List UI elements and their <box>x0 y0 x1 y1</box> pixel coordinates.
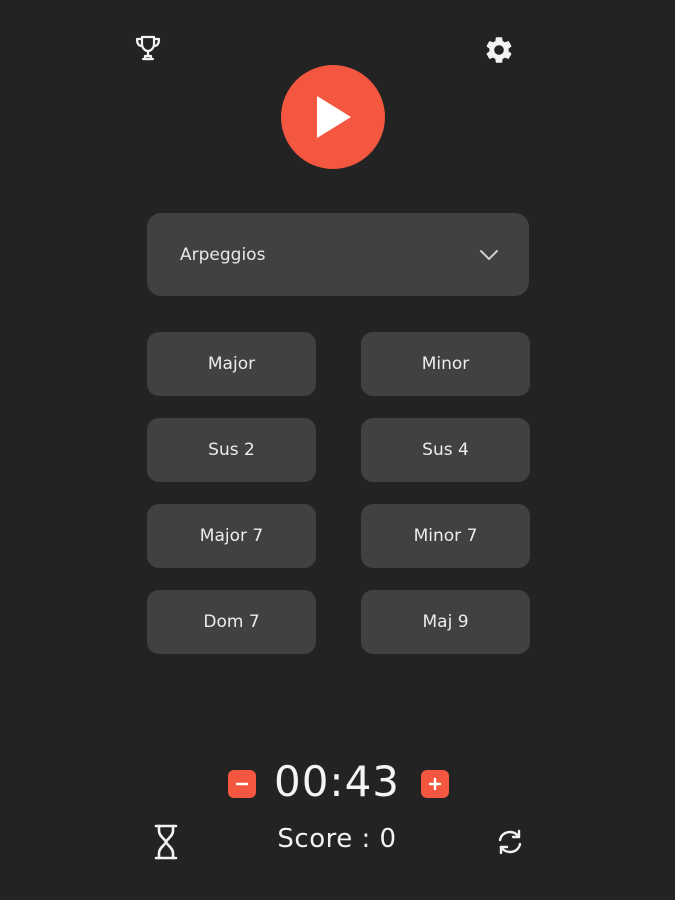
play-icon <box>317 96 351 138</box>
chord-button-minor7[interactable]: Minor 7 <box>361 504 530 568</box>
chord-button-major[interactable]: Major <box>147 332 316 396</box>
hourglass-icon <box>154 824 178 860</box>
refresh-icon <box>498 829 522 855</box>
app-screen: Arpeggios Major Minor Sus 2 Sus 4 Major … <box>0 0 675 900</box>
exercise-type-dropdown[interactable]: Arpeggios <box>147 213 529 296</box>
chord-button-sus4[interactable]: Sus 4 <box>361 418 530 482</box>
chord-button-dom7[interactable]: Dom 7 <box>147 590 316 654</box>
timer-display: 00:43 <box>273 757 401 806</box>
settings-button[interactable] <box>481 32 517 68</box>
refresh-button[interactable] <box>492 824 528 860</box>
minus-icon <box>235 782 249 786</box>
chord-button-minor[interactable]: Minor <box>361 332 530 396</box>
chord-button-sus2[interactable]: Sus 2 <box>147 418 316 482</box>
score-display: Score : 0 <box>277 824 397 854</box>
timer-row: 00:43 <box>0 755 675 813</box>
trophy-icon <box>135 35 161 61</box>
timer-decrement-button[interactable] <box>228 770 256 798</box>
bottom-bar: Score : 0 <box>0 818 675 866</box>
plus-icon <box>428 777 442 791</box>
chord-button-maj9[interactable]: Maj 9 <box>361 590 530 654</box>
chevron-down-icon <box>480 249 498 260</box>
chord-button-major7[interactable]: Major 7 <box>147 504 316 568</box>
gear-icon <box>486 37 512 63</box>
dropdown-selected-value: Arpeggios <box>180 244 266 265</box>
play-button[interactable] <box>281 65 385 169</box>
trophy-button[interactable] <box>130 30 166 66</box>
chord-type-grid: Major Minor Sus 2 Sus 4 Major 7 Minor 7 … <box>147 332 530 654</box>
hourglass-button[interactable] <box>149 822 183 862</box>
timer-increment-button[interactable] <box>421 770 449 798</box>
